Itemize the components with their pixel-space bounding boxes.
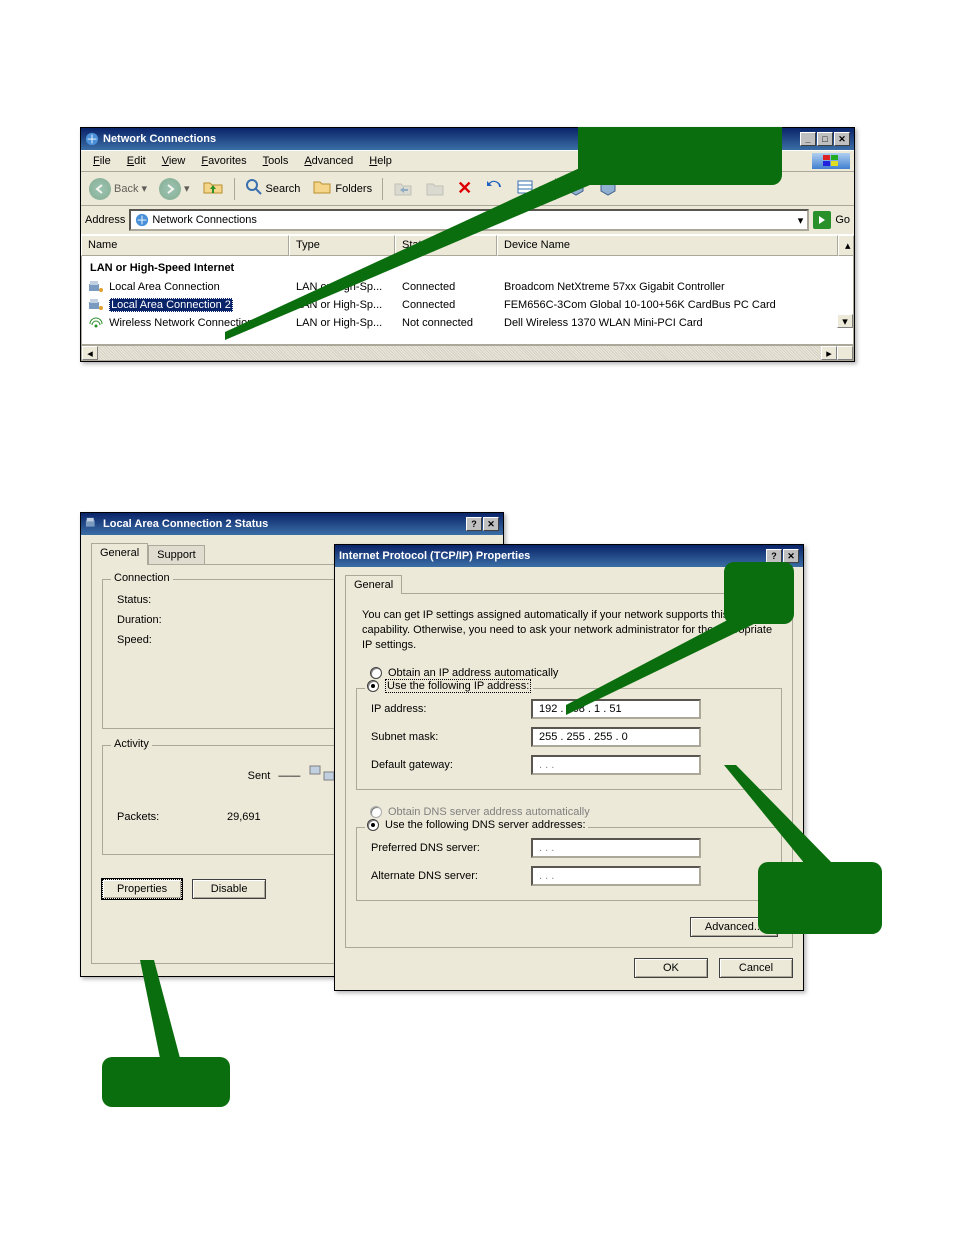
scroll-down-button[interactable]: ▾ xyxy=(837,314,853,328)
help-button[interactable]: ? xyxy=(766,549,782,563)
dialog-title: Internet Protocol (TCP/IP) Properties xyxy=(339,550,766,562)
ip-address-label: IP address: xyxy=(371,703,531,715)
col-scroll[interactable]: ▴ xyxy=(838,235,854,256)
menu-edit[interactable]: Edit xyxy=(119,153,154,169)
preferred-dns-label: Preferred DNS server: xyxy=(371,842,531,854)
tab-general[interactable]: General xyxy=(345,575,402,594)
size-grip-icon[interactable] xyxy=(837,346,853,360)
close-button[interactable]: ✕ xyxy=(483,517,499,531)
go-arrow-icon xyxy=(816,214,828,226)
use-dns-radio[interactable]: Use the following DNS server addresses: xyxy=(367,819,586,831)
back-icon xyxy=(89,178,111,200)
subnet-mask-input[interactable]: 255 . 255 . 255 . 0 xyxy=(531,727,701,747)
tab-support[interactable]: Support xyxy=(148,545,205,565)
activity-group-label: Activity xyxy=(111,738,152,750)
address-label: Address xyxy=(85,214,125,226)
close-button[interactable]: ✕ xyxy=(783,549,799,563)
disable-button[interactable]: Disable xyxy=(192,879,266,899)
obtain-dns-radio: Obtain DNS server address automatically xyxy=(370,806,590,818)
packets-label: Packets: xyxy=(117,811,227,823)
subnet-mask-label: Subnet mask: xyxy=(371,731,531,743)
callout-box xyxy=(578,127,782,185)
dropdown-icon[interactable]: ▾ xyxy=(798,214,804,227)
ok-button[interactable]: OK xyxy=(634,958,708,978)
duration-label: Duration: xyxy=(117,614,227,626)
callout-box xyxy=(102,1057,230,1107)
windows-logo-icon xyxy=(812,153,850,169)
folder-up-icon xyxy=(202,177,224,200)
back-button[interactable]: Back ▾ xyxy=(85,176,151,202)
default-gateway-label: Default gateway: xyxy=(371,759,531,771)
network-adapter-icon xyxy=(85,517,99,531)
default-gateway-input[interactable]: . . . xyxy=(531,755,701,775)
status-label: Status: xyxy=(117,594,227,606)
packets-value: 29,691 xyxy=(227,811,261,823)
callout-box xyxy=(758,862,882,934)
wireless-adapter-icon xyxy=(88,316,104,330)
alternate-dns-input[interactable]: . . . xyxy=(531,866,701,886)
sent-label: Sent xyxy=(248,770,271,782)
speed-label: Speed: xyxy=(117,634,227,646)
network-icon xyxy=(135,213,149,227)
connection-group-label: Connection xyxy=(111,572,173,584)
alternate-dns-label: Alternate DNS server: xyxy=(371,870,531,882)
go-label: Go xyxy=(835,214,850,226)
help-button[interactable]: ? xyxy=(466,517,482,531)
forward-button[interactable]: ▾ xyxy=(155,176,194,202)
minimize-button[interactable]: _ xyxy=(800,132,816,146)
dialog-title: Local Area Connection 2 Status xyxy=(103,518,466,530)
up-button[interactable] xyxy=(198,175,228,202)
network-icon xyxy=(85,132,99,146)
obtain-ip-radio[interactable]: Obtain an IP address automatically xyxy=(370,667,558,679)
network-adapter-icon xyxy=(88,298,104,312)
close-button[interactable]: ✕ xyxy=(834,132,850,146)
scroll-left-button[interactable]: ◂ xyxy=(82,346,98,360)
maximize-button[interactable]: □ xyxy=(817,132,833,146)
properties-button[interactable]: Properties xyxy=(102,879,182,899)
network-adapter-icon xyxy=(88,280,104,294)
cancel-button[interactable]: Cancel xyxy=(719,958,793,978)
menu-view[interactable]: View xyxy=(154,153,194,169)
titlebar[interactable]: Local Area Connection 2 Status ? ✕ xyxy=(81,513,503,535)
menu-file[interactable]: File xyxy=(85,153,119,169)
scrollbar-track[interactable] xyxy=(98,346,821,360)
horizontal-scrollbar[interactable]: ◂ ▸ xyxy=(81,345,854,361)
callout-pointer-icon xyxy=(225,160,605,345)
forward-icon xyxy=(159,178,181,200)
callout-box xyxy=(724,562,794,624)
callout-pointer-icon xyxy=(140,960,200,1060)
use-ip-radio[interactable]: Use the following IP address: xyxy=(367,679,531,693)
scroll-right-button[interactable]: ▸ xyxy=(821,346,837,360)
go-button[interactable] xyxy=(813,211,831,229)
preferred-dns-input[interactable]: . . . xyxy=(531,838,701,858)
activity-computers-icon xyxy=(308,762,336,789)
tab-general[interactable]: General xyxy=(91,543,148,565)
